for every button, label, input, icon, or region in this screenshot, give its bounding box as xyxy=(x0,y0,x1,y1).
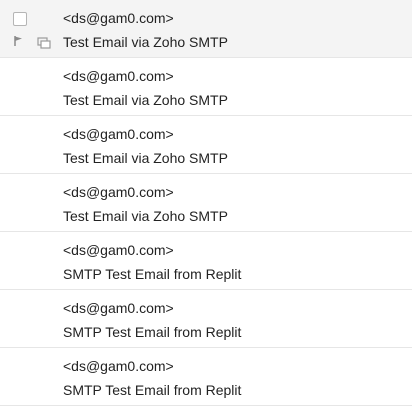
email-sender: <ds@gam0.com> xyxy=(63,242,174,258)
email-sender: <ds@gam0.com> xyxy=(63,358,174,374)
email-subject: Test Email via Zoho SMTP xyxy=(63,150,228,166)
flag-icon[interactable] xyxy=(13,34,25,46)
email-list-item[interactable]: <ds@gam0.com> SMTP Test Email from Repli… xyxy=(0,348,412,406)
email-subject: SMTP Test Email from Replit xyxy=(63,324,242,340)
email-subject: SMTP Test Email from Replit xyxy=(63,266,242,282)
email-list-item[interactable]: <ds@gam0.com> SMTP Test Email from Repli… xyxy=(0,290,412,348)
email-subject: SMTP Test Email from Replit xyxy=(63,382,242,398)
email-sender: <ds@gam0.com> xyxy=(63,300,174,316)
select-checkbox-icon[interactable] xyxy=(13,12,27,26)
email-list-item[interactable]: <ds@gam0.com> Test Email via Zoho SMTP xyxy=(0,0,412,58)
email-list: <ds@gam0.com> Test Email via Zoho SMTP <… xyxy=(0,0,412,407)
email-list-item[interactable]: <ds@gam0.com> Test Email via Zoho SMTP xyxy=(0,174,412,232)
email-list-item[interactable]: <ds@gam0.com> Test Email via Zoho SMTP xyxy=(0,116,412,174)
conversation-icon xyxy=(37,36,51,49)
email-sender: <ds@gam0.com> xyxy=(63,10,174,26)
email-sender: <ds@gam0.com> xyxy=(63,68,174,84)
email-subject: Test Email via Zoho SMTP xyxy=(63,92,228,108)
email-sender: <ds@gam0.com> xyxy=(63,126,174,142)
email-subject: Test Email via Zoho SMTP xyxy=(63,208,228,224)
email-subject: Test Email via Zoho SMTP xyxy=(63,34,228,50)
email-list-item[interactable]: <ds@gam0.com> Test Email via Zoho SMTP xyxy=(0,58,412,116)
email-list-item[interactable]: <ds@gam0.com> SMTP Test Email from Repli… xyxy=(0,232,412,290)
email-sender: <ds@gam0.com> xyxy=(63,184,174,200)
